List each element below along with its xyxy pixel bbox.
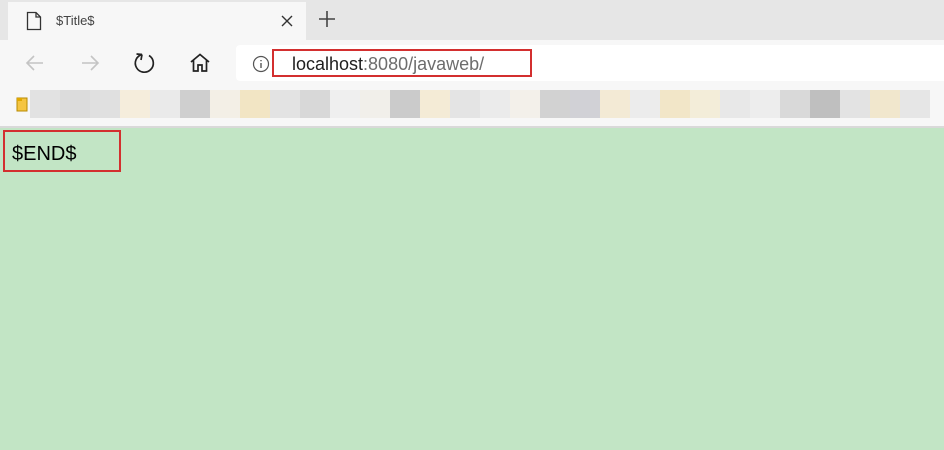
blurred-bookmark[interactable] xyxy=(510,90,540,118)
url-host: localhost xyxy=(292,54,364,74)
url-highlight: localhost:8080/javaweb/ xyxy=(272,49,532,77)
blurred-bookmark[interactable] xyxy=(750,90,780,118)
url-path: :8080/javaweb/ xyxy=(363,54,485,74)
blurred-bookmark[interactable] xyxy=(900,90,930,118)
refresh-icon[interactable] xyxy=(133,51,157,75)
blurred-bookmark[interactable] xyxy=(420,90,450,118)
blurred-bookmark[interactable] xyxy=(390,90,420,118)
blurred-bookmark[interactable] xyxy=(780,90,810,118)
blurred-bookmark[interactable] xyxy=(330,90,360,118)
blurred-bookmark[interactable] xyxy=(840,90,870,118)
url-text[interactable]: localhost:8080/javaweb/ xyxy=(292,54,484,75)
home-icon[interactable] xyxy=(188,51,212,75)
blurred-bookmark[interactable] xyxy=(450,90,480,118)
blurred-bookmark[interactable] xyxy=(660,90,690,118)
close-icon[interactable] xyxy=(278,12,296,30)
blurred-bookmarks xyxy=(30,90,940,118)
blurred-bookmark[interactable] xyxy=(150,90,180,118)
blurred-bookmark[interactable] xyxy=(690,90,720,118)
blurred-bookmark[interactable] xyxy=(600,90,630,118)
end-text: $END$ xyxy=(12,143,77,165)
blurred-bookmark[interactable] xyxy=(540,90,570,118)
blurred-bookmark[interactable] xyxy=(180,90,210,118)
blurred-bookmark[interactable] xyxy=(30,90,60,118)
address-bar[interactable]: localhost:8080/javaweb/ xyxy=(236,45,944,81)
forward-arrow-icon[interactable] xyxy=(78,51,102,75)
blurred-bookmark[interactable] xyxy=(720,90,750,118)
info-icon[interactable] xyxy=(252,55,270,73)
blurred-bookmark[interactable] xyxy=(870,90,900,118)
plus-icon[interactable] xyxy=(316,8,338,30)
blurred-bookmark[interactable] xyxy=(360,90,390,118)
tab-strip: $Title$ xyxy=(0,0,944,40)
blurred-bookmark[interactable] xyxy=(60,90,90,118)
blurred-bookmark[interactable] xyxy=(240,90,270,118)
blurred-bookmark[interactable] xyxy=(270,90,300,118)
bookmarks-bar xyxy=(0,86,944,126)
back-arrow-icon[interactable] xyxy=(23,51,47,75)
blurred-bookmark[interactable] xyxy=(810,90,840,118)
page-content: $END$ xyxy=(0,128,944,450)
toolbar: localhost:8080/javaweb/ xyxy=(0,40,944,86)
tab-title: $Title$ xyxy=(56,13,95,28)
browser-tab[interactable]: $Title$ xyxy=(8,2,306,40)
blurred-bookmark[interactable] xyxy=(90,90,120,118)
blurred-bookmark[interactable] xyxy=(210,90,240,118)
end-highlight: $END$ xyxy=(3,130,121,172)
blurred-bookmark[interactable] xyxy=(300,90,330,118)
folder-icon[interactable] xyxy=(16,96,28,112)
blurred-bookmark[interactable] xyxy=(480,90,510,118)
blurred-bookmark[interactable] xyxy=(120,90,150,118)
blurred-bookmark[interactable] xyxy=(630,90,660,118)
blurred-bookmark[interactable] xyxy=(570,90,600,118)
page-icon xyxy=(26,11,42,31)
